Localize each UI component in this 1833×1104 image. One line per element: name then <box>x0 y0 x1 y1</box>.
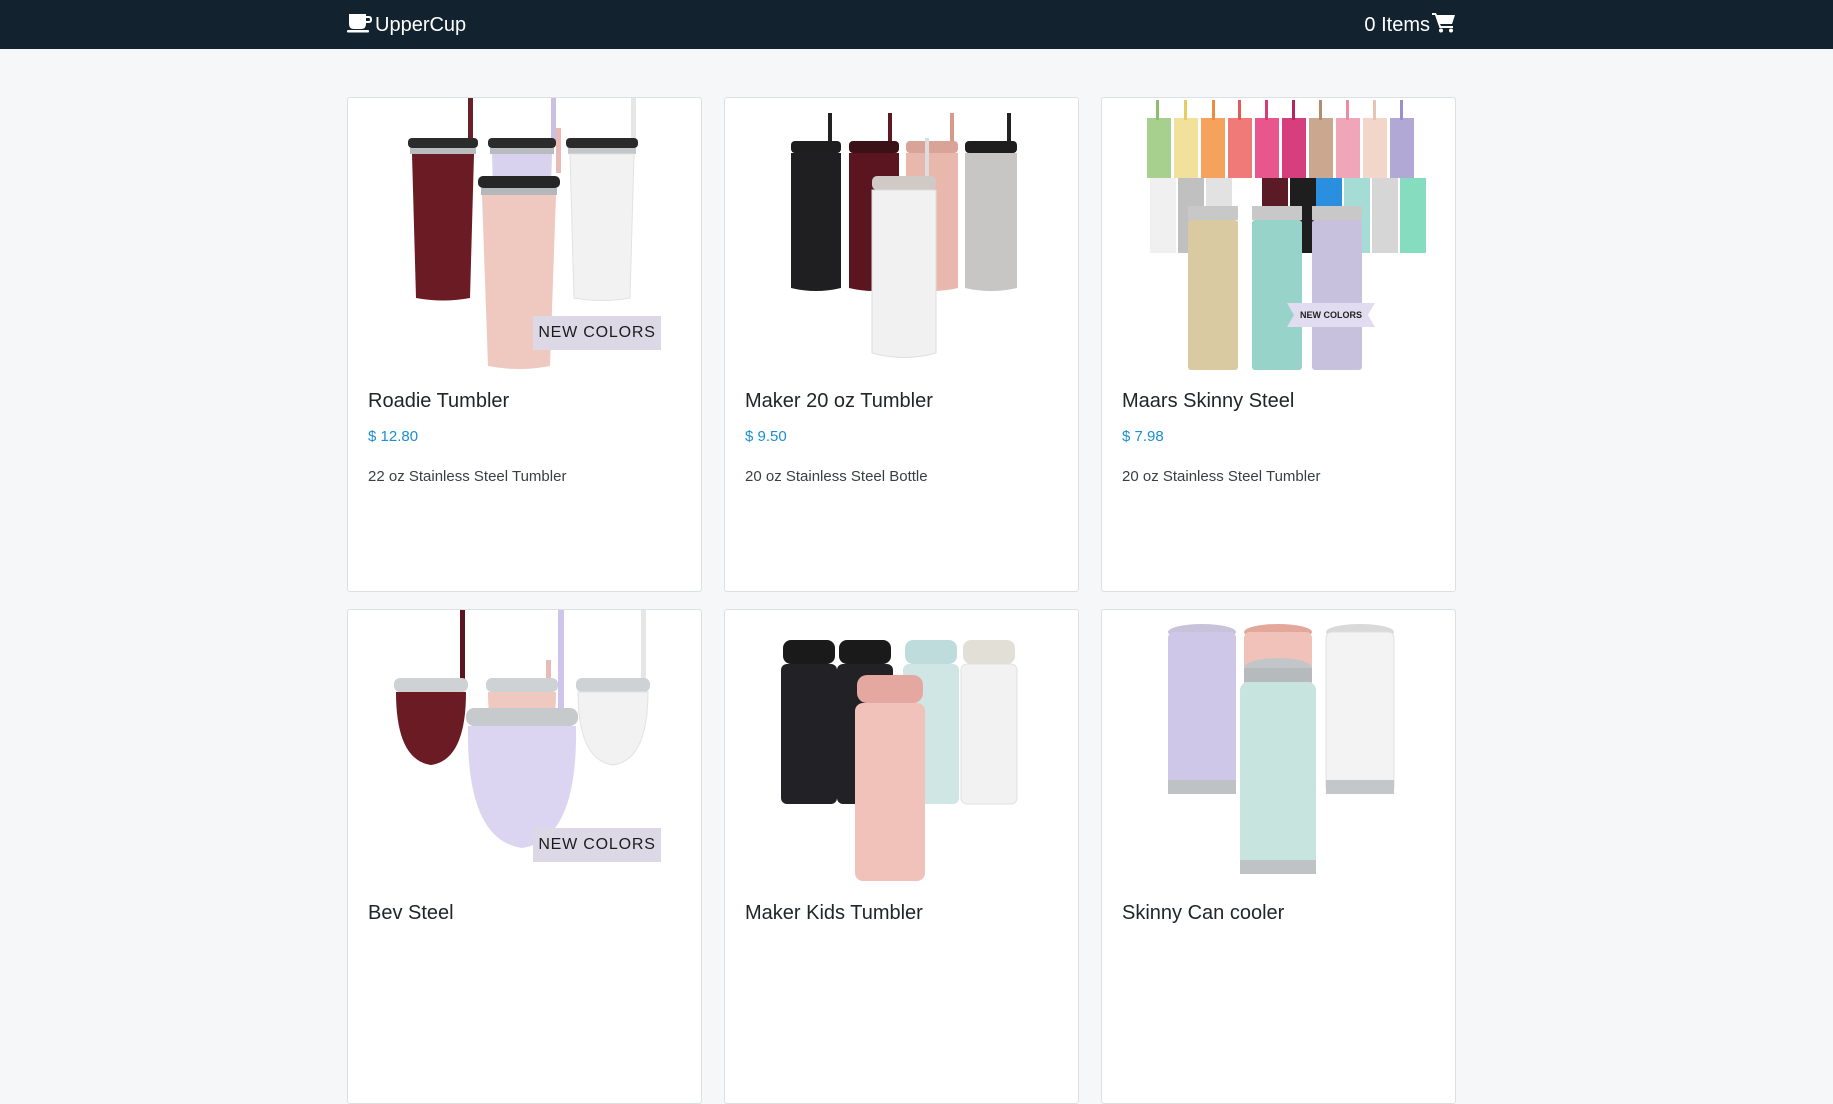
shopping-cart-icon <box>1432 11 1456 39</box>
new-colors-badge: NEW COLORS <box>533 316 661 350</box>
product-price: $ 9.50 <box>745 428 787 445</box>
new-colors-badge: NEW COLORS <box>533 828 661 862</box>
product-image <box>1102 610 1455 890</box>
product-card[interactable]: NEW COLORS Bev Steel <box>347 609 702 1104</box>
cart-count-label: 0 Items <box>1364 13 1430 36</box>
product-price: $ 12.80 <box>368 428 419 445</box>
product-card[interactable]: NEW COLORS Maars Skinny Steel $ 7.98 20 … <box>1101 97 1456 592</box>
cup-icon <box>347 11 373 39</box>
product-card[interactable]: Maker 20 oz Tumbler $ 9.50 20 oz Stainle… <box>724 97 1079 592</box>
product-image: NEW COLORS <box>348 610 701 890</box>
product-card[interactable]: NEW COLORS Roadie Tumbler $ 12.80 22 oz … <box>347 97 702 592</box>
top-navbar: UpperCup 0 Items <box>0 0 1833 49</box>
product-card[interactable]: Skinny Can cooler <box>1101 609 1456 1104</box>
product-description: 22 oz Stainless Steel Tumbler <box>368 468 567 485</box>
product-description: 20 oz Stainless Steel Tumbler <box>1122 468 1321 485</box>
product-title: Roadie Tumbler <box>368 390 510 412</box>
product-title: Maker 20 oz Tumbler <box>745 390 933 412</box>
product-price: $ 7.98 <box>1122 428 1164 445</box>
brand-link[interactable]: UpperCup <box>347 12 466 38</box>
product-title: Maars Skinny Steel <box>1122 390 1295 412</box>
product-title: Skinny Can cooler <box>1122 902 1285 924</box>
product-image <box>725 98 1078 378</box>
new-colors-badge: NEW COLORS <box>1287 303 1375 327</box>
product-image: NEW COLORS <box>1102 98 1455 378</box>
product-title: Maker Kids Tumbler <box>745 902 923 924</box>
cart-button[interactable]: 0 Items <box>1364 12 1456 38</box>
product-title: Bev Steel <box>368 902 454 924</box>
product-card[interactable]: Maker Kids Tumbler <box>724 609 1079 1104</box>
product-grid: NEW COLORS Roadie Tumbler $ 12.80 22 oz … <box>347 97 1456 1104</box>
product-description: 20 oz Stainless Steel Bottle <box>745 468 928 485</box>
brand-name: UpperCup <box>375 13 467 36</box>
product-image: NEW COLORS <box>348 98 701 378</box>
product-image <box>725 610 1078 890</box>
